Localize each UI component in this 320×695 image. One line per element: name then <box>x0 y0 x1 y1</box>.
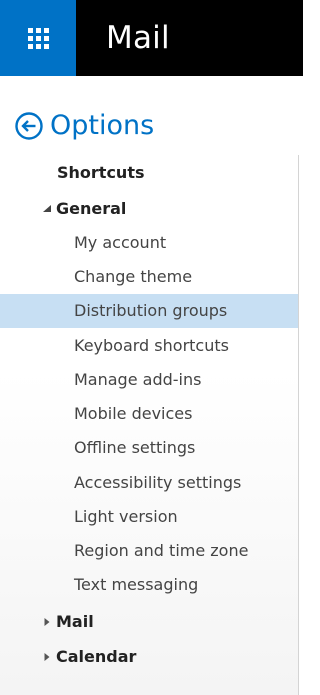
nav-item-manage-add-ins[interactable]: Manage add-ins <box>0 363 298 397</box>
options-nav-panel: Shortcuts General My account Change them… <box>0 155 299 695</box>
nav-group-general[interactable]: General <box>0 192 298 226</box>
app-title: Mail <box>106 20 170 56</box>
nav-item-my-account[interactable]: My account <box>0 226 298 260</box>
nav-item-label: Manage add-ins <box>74 370 202 389</box>
nav-item-mobile-devices[interactable]: Mobile devices <box>0 397 298 431</box>
triangle-right-icon <box>44 653 50 661</box>
back-arrow-circle-icon <box>15 112 43 140</box>
nav-item-label: Light version <box>74 507 178 526</box>
nav-item-keyboard-shortcuts[interactable]: Keyboard shortcuts <box>0 329 298 363</box>
options-page: Mail Options Shortcuts General My accoun… <box>0 0 303 695</box>
nav-item-change-theme[interactable]: Change theme <box>0 260 298 294</box>
nav-item-shortcuts[interactable]: Shortcuts <box>0 156 298 190</box>
triangle-down-icon <box>43 205 51 212</box>
nav-item-label: Mobile devices <box>74 404 193 423</box>
nav-item-label: Mail <box>56 612 94 631</box>
nav-group-calendar[interactable]: Calendar <box>0 640 298 674</box>
triangle-right-icon <box>44 618 50 626</box>
nav-item-label: Change theme <box>74 267 193 286</box>
nav-item-label: My account <box>74 233 167 252</box>
nav-item-label: General <box>56 199 127 218</box>
nav-item-label: Shortcuts <box>57 163 145 182</box>
nav-item-label: Calendar <box>56 647 137 666</box>
nav-item-offline-settings[interactable]: Offline settings <box>0 431 298 465</box>
nav-item-distribution-groups[interactable]: Distribution groups <box>0 294 298 328</box>
app-header: Mail <box>0 0 303 76</box>
nav-item-label: Accessibility settings <box>74 473 242 492</box>
nav-item-text-messaging[interactable]: Text messaging <box>0 568 298 602</box>
nav-item-label: Text messaging <box>74 575 199 594</box>
nav-group-mail[interactable]: Mail <box>0 605 298 639</box>
options-back-link[interactable]: Options <box>14 108 154 144</box>
nav-item-light-version[interactable]: Light version <box>0 500 298 534</box>
nav-item-label: Region and time zone <box>74 541 249 560</box>
nav-item-label: Keyboard shortcuts <box>74 336 229 355</box>
nav-item-label: Offline settings <box>74 438 196 457</box>
app-launcher-button[interactable] <box>0 0 76 76</box>
options-title: Options <box>50 110 155 141</box>
app-launcher-waffle-icon <box>27 27 49 49</box>
nav-item-accessibility-settings[interactable]: Accessibility settings <box>0 466 298 500</box>
nav-item-label: Distribution groups <box>74 301 228 320</box>
nav-item-region-and-time-zone[interactable]: Region and time zone <box>0 534 298 568</box>
